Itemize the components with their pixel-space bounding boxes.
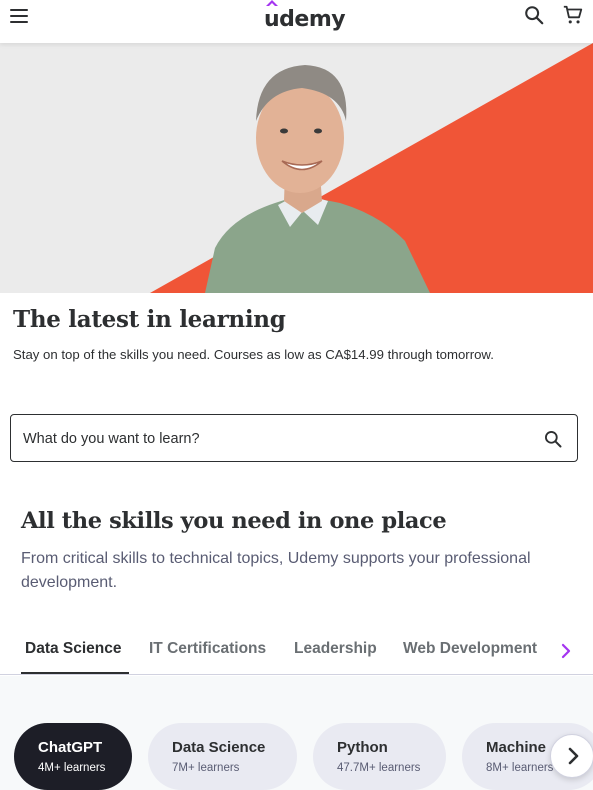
search-bar	[10, 414, 578, 462]
skills-description: From critical skills to technical topics…	[21, 550, 531, 591]
tab-web-development[interactable]: Web Development	[403, 640, 537, 658]
carousel-next-button[interactable]	[550, 734, 593, 778]
udemy-logo[interactable]: udemy	[264, 0, 346, 32]
logo-text: udemy	[264, 7, 346, 32]
topic-pill-data-science[interactable]: Data Science 7M+ learners	[148, 723, 297, 790]
topic-learners: 7M+ learners	[172, 762, 240, 774]
topic-learners: 4M+ learners	[38, 762, 106, 774]
skills-tabs: Data Science IT Certifications Leadershi…	[0, 630, 593, 675]
topic-learners: 47.7M+ learners	[337, 762, 421, 774]
active-tab-indicator	[21, 672, 129, 674]
logo-mark-icon	[266, 0, 278, 6]
topic-pill-python[interactable]: Python 47.7M+ learners	[313, 723, 446, 790]
hero-illustration	[0, 43, 593, 293]
cart-icon[interactable]	[562, 4, 584, 26]
topic-title: Python	[337, 739, 388, 756]
search-icon[interactable]	[523, 4, 545, 26]
topic-title: ChatGPT	[38, 739, 103, 756]
chevron-right-icon	[568, 747, 579, 765]
tab-data-science[interactable]: Data Science	[25, 640, 122, 658]
tab-it-certifications[interactable]: IT Certifications	[149, 640, 266, 658]
promo-headline: The latest in learning	[13, 306, 286, 333]
hero-banner	[0, 43, 593, 293]
tab-leadership[interactable]: Leadership	[294, 640, 377, 658]
top-header: udemy	[0, 0, 593, 43]
search-submit-icon[interactable]	[543, 429, 563, 449]
topic-title: Data Science	[172, 739, 266, 756]
hamburger-menu-icon[interactable]	[10, 5, 32, 27]
skills-title: All the skills you need in one place	[21, 508, 447, 534]
search-input[interactable]	[23, 427, 523, 451]
topic-pill-chatgpt[interactable]: ChatGPT 4M+ learners	[14, 723, 132, 790]
chevron-right-icon[interactable]	[557, 642, 575, 660]
topic-carousel: ChatGPT 4M+ learners Data Science 7M+ le…	[0, 676, 593, 790]
promo-subline: Stay on top of the skills you need. Cour…	[13, 347, 494, 362]
